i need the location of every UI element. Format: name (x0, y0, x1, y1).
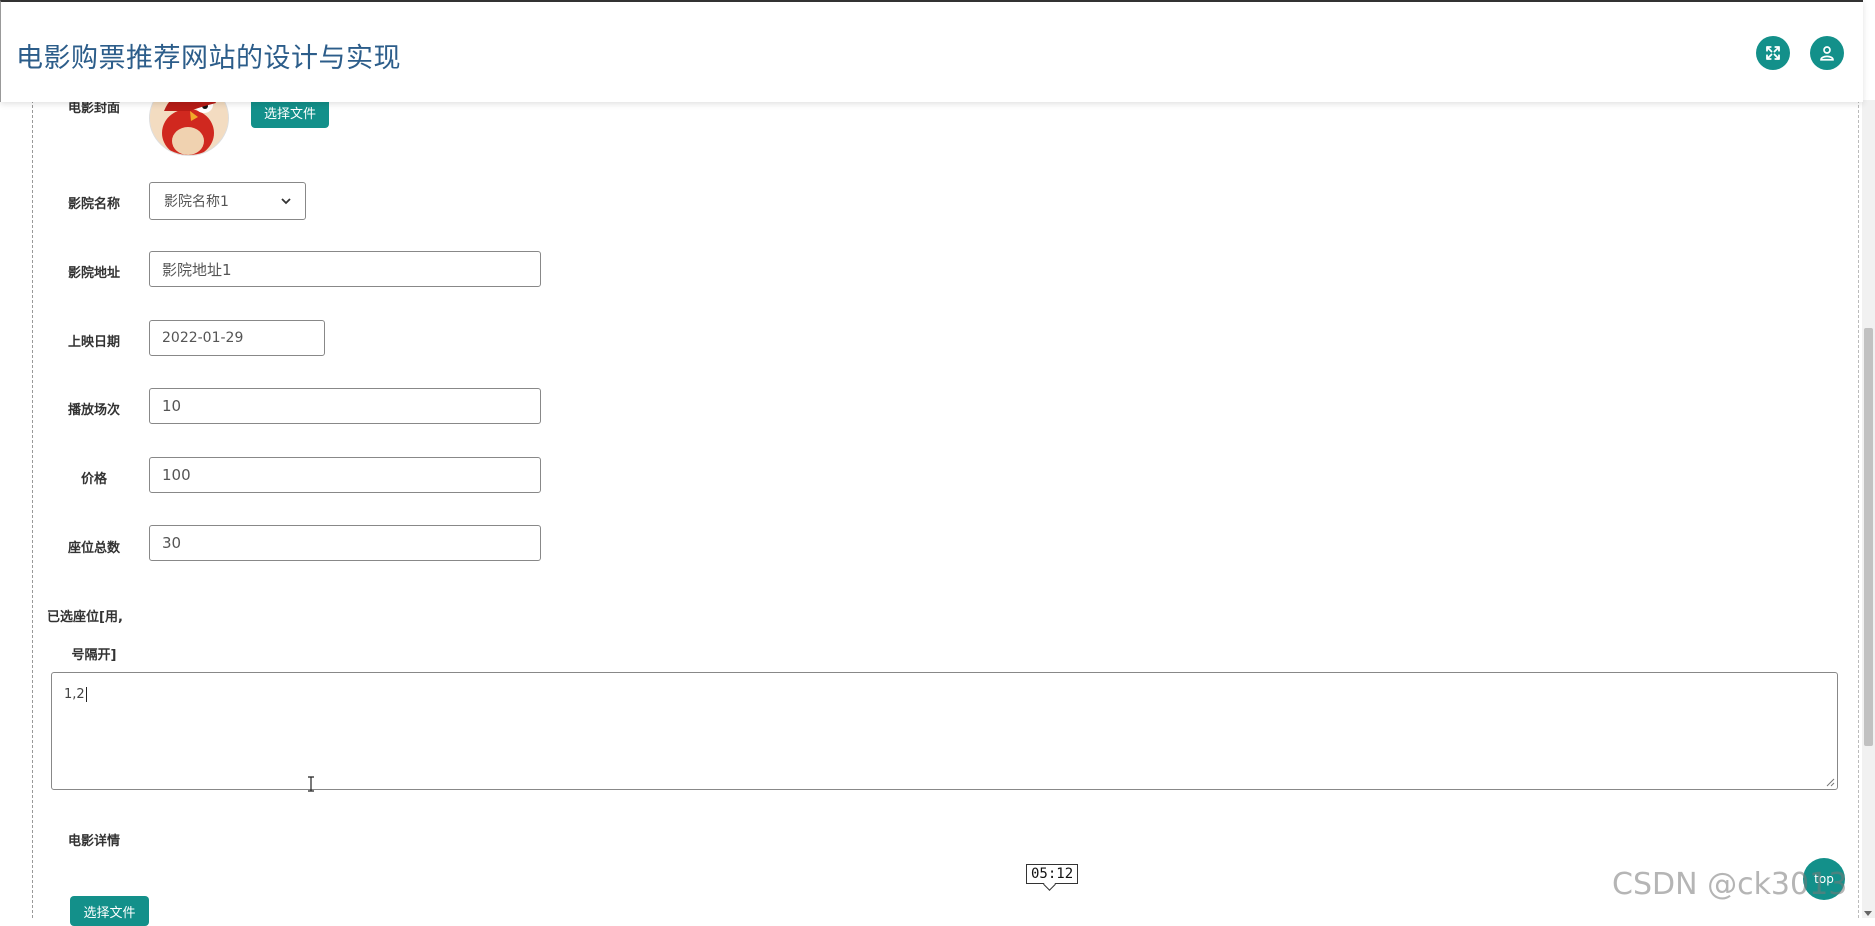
app-title: 电影购票推荐网站的设计与实现 (16, 43, 401, 74)
cinema-name-select[interactable]: 影院名称1 (149, 182, 306, 220)
user-icon[interactable] (1810, 36, 1844, 70)
cinema-name-label: 影院名称 (67, 197, 120, 212)
selected-seats-value: 1,2 (64, 687, 85, 702)
top-header: 电影购票推荐网站的设计与实现 (0, 0, 1863, 102)
expand-icon[interactable] (1756, 36, 1790, 70)
details-label: 电影详情 (67, 834, 120, 849)
chevron-down-icon (281, 198, 291, 205)
text-cursor-icon (308, 776, 314, 792)
release-date-label: 上映日期 (67, 335, 120, 350)
showings-label: 播放场次 (67, 403, 120, 418)
release-date-input[interactable]: 2022-01-29 (149, 320, 325, 356)
price-input[interactable]: 100 (149, 457, 541, 493)
price-label: 价格 (80, 472, 107, 487)
watermark: CSDN @ck3013 (1612, 867, 1848, 902)
details-select-file-button[interactable]: 选择文件 (70, 896, 149, 926)
total-seats-input[interactable]: 30 (149, 525, 541, 561)
selected-seats-label-line2: 号隔开] (71, 648, 117, 663)
resize-grip-icon[interactable] (1825, 777, 1835, 787)
showings-input[interactable]: 10 (149, 388, 541, 424)
scroll-down-arrow-icon[interactable] (1864, 911, 1872, 916)
selected-seats-label-line1: 已选座位[用, (47, 610, 123, 625)
scrollbar-thumb[interactable] (1864, 328, 1873, 746)
frame-border (1858, 100, 1859, 918)
selected-seats-textarea[interactable]: 1,2 (51, 672, 1838, 790)
content-frame (32, 100, 1860, 918)
cinema-address-label: 影院地址 (67, 266, 120, 281)
cinema-name-selected-value: 影院名称1 (164, 194, 229, 210)
time-tooltip: 05:12 (1026, 864, 1079, 884)
page-scrollbar[interactable] (1862, 100, 1875, 918)
total-seats-label: 座位总数 (67, 541, 120, 556)
cinema-address-input[interactable]: 影院地址1 (149, 251, 541, 287)
